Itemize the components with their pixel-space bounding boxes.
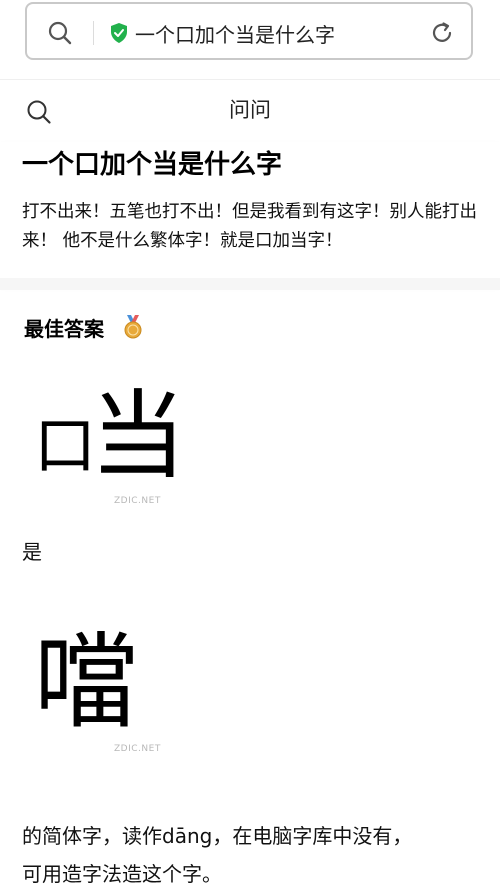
refresh-icon[interactable] (429, 20, 455, 46)
answer-text-1: 是 (22, 540, 42, 564)
address-divider (93, 21, 94, 45)
character-glyph: 噹 (34, 621, 139, 743)
question-title: 一个口加个当是什么字 (22, 150, 283, 180)
best-answer-label: 最佳答案 (24, 317, 104, 341)
section-divider (0, 278, 500, 290)
question-card: 一个口加个当是什么字 打不出来！五笔也打不出！但是我看到有这字！别人能打出来！ … (0, 142, 500, 278)
character-image-1: 口当 ZDIC.NET (34, 384, 186, 510)
answer-text-2: 的简体字，读作dāng，在电脑字库中没有， (22, 824, 413, 848)
image-watermark: ZDIC.NET (114, 744, 161, 754)
address-text[interactable]: 一个口加个当是什么字 (135, 19, 335, 48)
character-glyph: 口当 (34, 388, 186, 484)
character-part-dang: 当 (90, 380, 187, 492)
question-detail: 打不出来！五笔也打不出！但是我看到有这字！别人能打出来！ 他不是什么繁体字！就是… (22, 202, 477, 251)
image-watermark: ZDIC.NET (114, 496, 161, 506)
medal-icon (124, 315, 142, 339)
search-icon[interactable] (47, 20, 73, 46)
browser-toolbar: 一个口加个当是什么字 (0, 0, 500, 78)
site-header: 问问 (0, 79, 500, 143)
character-part-mouth: 口 (34, 409, 97, 482)
address-bar[interactable]: 一个口加个当是什么字 (25, 2, 473, 60)
page-title: 问问 (229, 98, 271, 122)
security-shield-icon (111, 23, 127, 43)
answer-text-3: 可用造字法造这个字。 (22, 862, 222, 886)
character-image-2: 噹 ZDIC.NET (34, 626, 164, 754)
